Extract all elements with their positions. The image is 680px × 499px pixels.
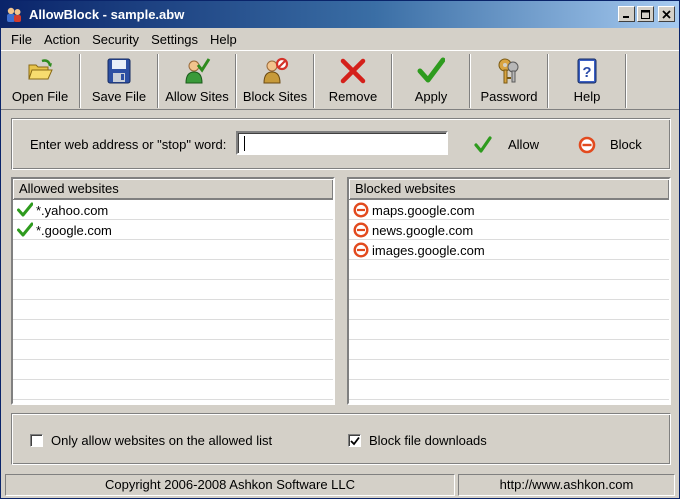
- list-item[interactable]: maps.google.com: [349, 200, 669, 220]
- green-check-icon: [474, 136, 492, 153]
- help-button[interactable]: ? Help: [549, 51, 625, 109]
- allow-label: Allow: [508, 136, 540, 152]
- block-sites-button[interactable]: Block Sites: [237, 51, 313, 109]
- list-item-label: *.google.com: [36, 222, 112, 238]
- minimize-button[interactable]: [618, 6, 635, 22]
- address-input[interactable]: [236, 131, 448, 155]
- menu-action[interactable]: Action: [38, 32, 86, 47]
- block-downloads-label: Block file downloads: [369, 433, 487, 448]
- block-sign-icon: [353, 202, 369, 218]
- list-item-label: images.google.com: [372, 242, 485, 258]
- window-title: AllowBlock - sample.abw: [29, 7, 185, 22]
- website-link-status[interactable]: http://www.ashkon.com: [458, 474, 675, 496]
- menu-settings[interactable]: Settings: [145, 32, 204, 47]
- block-downloads-checkbox[interactable]: [348, 434, 361, 447]
- green-check-icon: [17, 202, 34, 218]
- save-file-button[interactable]: Save File: [81, 51, 157, 109]
- red-x-icon: [339, 57, 367, 85]
- allowed-websites-list[interactable]: Allowed websites *.yahoo.com *.google.co…: [11, 177, 335, 405]
- allowed-rows: *.yahoo.com *.google.com: [13, 200, 333, 403]
- apply-button[interactable]: Apply: [393, 51, 469, 109]
- allow-sites-button[interactable]: Allow Sites: [159, 51, 235, 109]
- copyright-status: Copyright 2006-2008 Ashkon Software LLC: [5, 474, 455, 496]
- blocked-rows: maps.google.com news.google.com images.g…: [349, 200, 669, 403]
- help-label: Help: [573, 89, 601, 104]
- menu-file[interactable]: File: [5, 32, 38, 47]
- svg-text:?: ?: [582, 64, 591, 81]
- address-entry-panel: Enter web address or "stop" word: Allow …: [11, 118, 671, 170]
- allow-sites-label: Allow Sites: [165, 89, 229, 104]
- list-item-label: news.google.com: [372, 222, 474, 238]
- save-file-label: Save File: [91, 89, 147, 104]
- block-label: Block: [610, 136, 642, 152]
- user-block-icon: [261, 57, 289, 85]
- open-file-label: Open File: [11, 89, 69, 104]
- menu-security[interactable]: Security: [86, 32, 145, 47]
- close-icon: [662, 9, 671, 19]
- list-item[interactable]: news.google.com: [349, 220, 669, 240]
- block-sign-icon: [353, 222, 369, 238]
- allow-button[interactable]: Allow: [474, 133, 539, 155]
- block-sites-label: Block Sites: [242, 89, 308, 104]
- open-file-button[interactable]: Open File: [1, 51, 79, 109]
- floppy-disk-icon: [105, 57, 133, 85]
- green-check-icon: [17, 222, 34, 238]
- help-book-icon: ?: [573, 57, 601, 85]
- maximize-button[interactable]: [637, 6, 654, 22]
- user-allow-icon: [183, 57, 211, 85]
- only-allowed-label: Only allow websites on the allowed list: [51, 433, 273, 448]
- allowed-websites-header[interactable]: Allowed websites: [13, 179, 333, 200]
- password-button[interactable]: Password: [471, 51, 547, 109]
- toolbar: Open File Save File Allow Sites Block Si…: [1, 50, 679, 110]
- options-panel: Only allow websites on the allowed list …: [11, 413, 671, 465]
- remove-label: Remove: [328, 89, 378, 104]
- block-sign-icon: [578, 136, 596, 154]
- list-item[interactable]: *.yahoo.com: [13, 200, 333, 220]
- app-logo-icon: [5, 6, 23, 24]
- text-caret: [244, 136, 245, 151]
- only-allowed-checkbox[interactable]: [30, 434, 43, 447]
- address-label: Enter web address or "stop" word:: [30, 137, 227, 152]
- checkmark-icon: [349, 436, 360, 445]
- blocked-websites-header[interactable]: Blocked websites: [349, 179, 669, 200]
- block-button[interactable]: Block: [578, 133, 642, 155]
- blocked-websites-list[interactable]: Blocked websites maps.google.com news.go…: [347, 177, 671, 405]
- window-controls: [618, 6, 675, 22]
- menu-help[interactable]: Help: [204, 32, 243, 47]
- password-label: Password: [480, 89, 538, 104]
- menu-bar: File Action Security Settings Help: [1, 28, 679, 50]
- app-window: AllowBlock - sample.abw File Action Secu…: [0, 0, 680, 499]
- maximize-icon: [641, 9, 650, 19]
- toolbar-separator: [625, 54, 627, 108]
- apply-label: Apply: [414, 89, 448, 104]
- close-button[interactable]: [658, 6, 675, 22]
- open-folder-icon: [26, 57, 54, 85]
- block-downloads-option[interactable]: Block file downloads: [348, 433, 487, 448]
- title-bar: AllowBlock - sample.abw: [1, 1, 679, 28]
- list-item[interactable]: *.google.com: [13, 220, 333, 240]
- keys-icon: [495, 57, 523, 85]
- minimize-icon: [623, 15, 629, 18]
- list-item[interactable]: images.google.com: [349, 240, 669, 260]
- status-bar: Copyright 2006-2008 Ashkon Software LLC …: [1, 473, 679, 498]
- list-item-label: maps.google.com: [372, 202, 475, 218]
- green-check-icon: [417, 57, 446, 85]
- remove-button[interactable]: Remove: [315, 51, 391, 109]
- block-sign-icon: [353, 242, 369, 258]
- list-item-label: *.yahoo.com: [36, 202, 109, 218]
- only-allowed-option[interactable]: Only allow websites on the allowed list: [30, 433, 272, 448]
